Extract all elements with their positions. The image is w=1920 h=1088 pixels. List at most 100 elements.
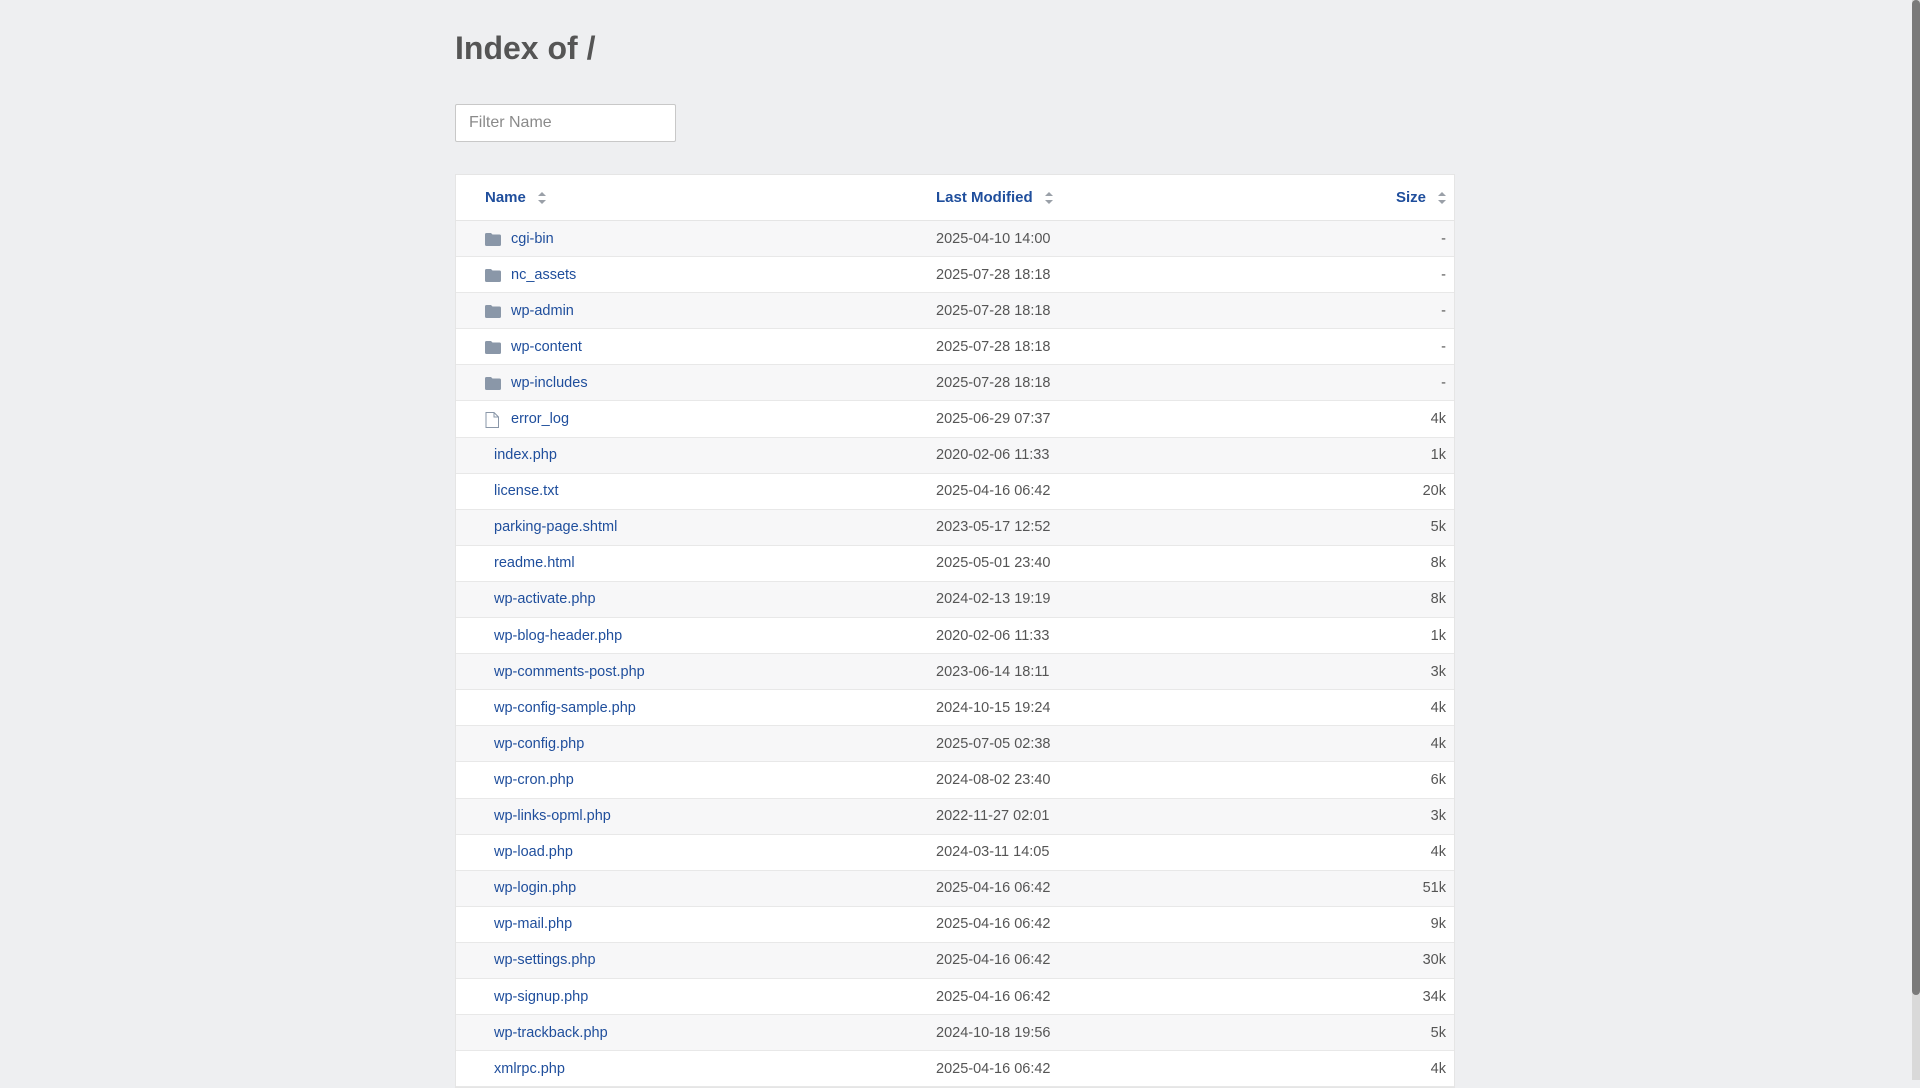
name-cell: index.php [485, 438, 557, 473]
folder-link[interactable]: cgi-bin [511, 231, 554, 247]
modified-cell: 2025-04-16 06:42 [936, 988, 1051, 1005]
size-cell: 5k [1430, 1024, 1446, 1041]
file-link[interactable]: error_log [511, 411, 569, 427]
size-cell: 51k [1422, 880, 1446, 897]
modified-cell: 2025-04-16 06:42 [936, 952, 1051, 969]
column-header-name[interactable]: Name [485, 189, 546, 206]
folder-link[interactable]: wp-includes [511, 375, 588, 391]
table-row: wp-settings.php 2025-04-16 06:42 30k [456, 942, 1454, 979]
name-cell: error_log [485, 401, 569, 436]
modified-cell: 2024-10-18 19:56 [936, 1024, 1051, 1041]
page-title: Index of / [455, 30, 596, 66]
file-link[interactable]: readme.html [485, 555, 575, 571]
name-cell: readme.html [485, 546, 575, 581]
size-cell: 4k [1430, 411, 1446, 428]
filter-name-input[interactable] [455, 104, 676, 142]
file-link[interactable]: parking-page.shtml [485, 519, 617, 535]
name-cell: wp-load.php [485, 835, 573, 870]
name-cell: license.txt [485, 474, 558, 509]
table-row: wp-cron.php 2024-08-02 23:40 6k [456, 762, 1454, 799]
column-header-modified-label: Last Modified [936, 189, 1033, 206]
file-link[interactable]: wp-trackback.php [485, 1025, 608, 1041]
table-row: nc_assets 2025-07-28 18:18 - [456, 257, 1454, 294]
folder-link[interactable]: wp-content [511, 339, 582, 355]
name-cell: xmlrpc.php [485, 1051, 565, 1086]
file-link[interactable]: wp-settings.php [485, 952, 596, 968]
table-row: cgi-bin 2025-04-10 14:00 - [456, 221, 1454, 258]
table-row: wp-load.php 2024-03-11 14:05 4k [456, 835, 1454, 871]
name-cell: wp-mail.php [485, 907, 572, 942]
column-header-modified[interactable]: Last Modified [936, 189, 1053, 206]
table-row: wp-comments-post.php 2023-06-14 18:11 3k [456, 654, 1454, 691]
name-cell: wp-content [485, 329, 582, 364]
modified-cell: 2025-07-28 18:18 [936, 338, 1051, 355]
folder-link[interactable]: wp-admin [511, 303, 574, 319]
name-cell: wp-config.php [485, 726, 584, 761]
name-cell: cgi-bin [485, 221, 554, 256]
size-cell: 6k [1430, 771, 1446, 788]
table-row: wp-blog-header.php 2020-02-06 11:33 1k [456, 618, 1454, 655]
file-link[interactable]: wp-links-opml.php [485, 808, 611, 824]
file-link[interactable]: wp-config.php [485, 736, 584, 752]
table-row: wp-links-opml.php 2022-11-27 02:01 3k [456, 798, 1454, 835]
file-link[interactable]: wp-cron.php [485, 772, 574, 788]
name-cell: wp-admin [485, 293, 574, 328]
name-cell: wp-blog-header.php [485, 618, 622, 653]
size-cell: - [1441, 266, 1446, 283]
table-row: index.php 2020-02-06 11:33 1k [456, 437, 1454, 474]
folder-icon [485, 340, 501, 354]
name-cell: wp-trackback.php [485, 1015, 608, 1050]
file-icon [485, 412, 501, 429]
table-row: wp-trackback.php 2024-10-18 19:56 5k [456, 1015, 1454, 1052]
file-link[interactable]: wp-comments-post.php [485, 664, 645, 680]
file-link[interactable]: wp-activate.php [485, 591, 596, 607]
name-cell: wp-settings.php [485, 943, 596, 978]
table-row: parking-page.shtml 2023-05-17 12:52 5k [456, 509, 1454, 546]
file-link[interactable]: wp-login.php [485, 880, 576, 896]
scrollbar-thumb[interactable] [1912, 0, 1920, 995]
column-header-size-label: Size [1395, 189, 1426, 206]
table-row: wp-config.php 2025-07-05 02:38 4k [456, 726, 1454, 763]
size-cell: 9k [1430, 916, 1446, 933]
table-row: wp-content 2025-07-28 18:18 - [456, 329, 1454, 366]
file-link[interactable]: index.php [485, 447, 557, 463]
folder-icon [485, 376, 501, 390]
file-link[interactable]: wp-signup.php [485, 989, 588, 1005]
modified-cell: 2023-06-14 18:11 [936, 663, 1050, 680]
table-row: xmlrpc.php 2025-04-16 06:42 4k [456, 1051, 1454, 1088]
table-row: error_log 2025-06-29 07:37 4k [456, 401, 1454, 438]
size-cell: 3k [1430, 808, 1446, 825]
folder-icon [485, 268, 501, 282]
file-link[interactable]: wp-load.php [485, 844, 573, 860]
size-cell: 3k [1430, 663, 1446, 680]
sort-icon [537, 191, 546, 204]
table-row: wp-activate.php 2024-02-13 19:19 8k [456, 581, 1454, 619]
table-row: wp-signup.php 2025-04-16 06:42 34k [456, 979, 1454, 1016]
modified-cell: 2025-04-10 14:00 [936, 230, 1051, 247]
modified-cell: 2025-05-01 23:40 [936, 555, 1051, 572]
folder-link[interactable]: nc_assets [511, 267, 576, 283]
name-cell: wp-signup.php [485, 979, 588, 1014]
folder-icon [485, 232, 501, 246]
name-cell: parking-page.shtml [485, 510, 617, 545]
column-header-size[interactable]: Size [1396, 189, 1446, 206]
file-link[interactable]: wp-mail.php [485, 916, 572, 932]
size-cell: 4k [1430, 844, 1446, 861]
name-cell: wp-links-opml.php [485, 799, 611, 834]
modified-cell: 2024-03-11 14:05 [936, 844, 1050, 861]
file-link[interactable]: license.txt [485, 483, 558, 499]
modified-cell: 2025-04-16 06:42 [936, 483, 1051, 500]
file-link[interactable]: wp-blog-header.php [485, 628, 622, 644]
modified-cell: 2025-07-05 02:38 [936, 735, 1051, 752]
table-header: Name Last Modified Size [456, 175, 1454, 221]
file-link[interactable]: xmlrpc.php [485, 1061, 565, 1077]
modified-cell: 2020-02-06 11:33 [936, 627, 1050, 644]
size-cell: - [1441, 338, 1446, 355]
name-cell: wp-cron.php [485, 762, 574, 797]
vertical-scrollbar[interactable] [1912, 0, 1920, 1080]
size-cell: - [1441, 230, 1446, 247]
size-cell: 4k [1430, 1060, 1446, 1077]
size-cell: 4k [1430, 735, 1446, 752]
file-link[interactable]: wp-config-sample.php [485, 700, 636, 716]
modified-cell: 2025-06-29 07:37 [936, 411, 1051, 428]
